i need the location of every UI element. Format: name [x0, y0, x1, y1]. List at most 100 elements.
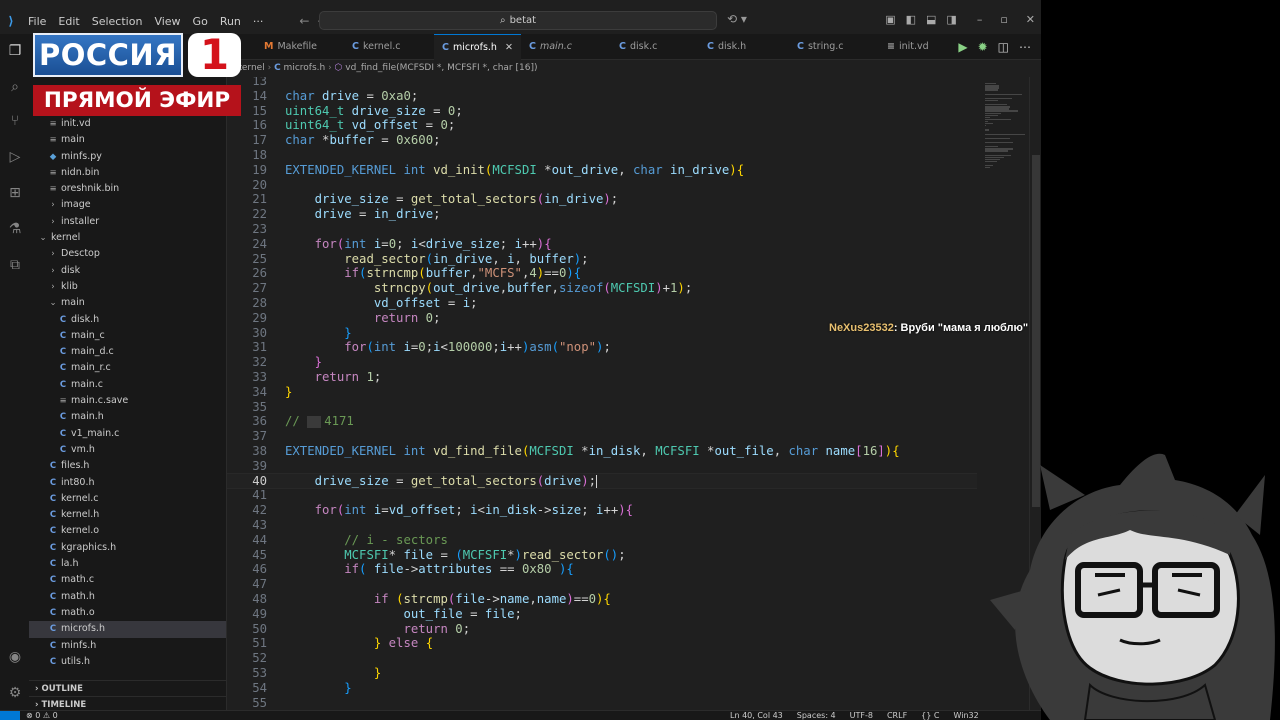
minimize-icon[interactable]: –	[977, 13, 983, 26]
tree-item[interactable]: ⌄ kernel	[29, 230, 226, 246]
tree-item[interactable]: › Desctop	[29, 246, 226, 262]
menu-view[interactable]: View	[148, 15, 186, 28]
tree-item[interactable]: Cv1_main.c	[29, 426, 226, 442]
tree-item[interactable]: Ckgraphics.h	[29, 540, 226, 556]
encoding[interactable]: UTF-8	[850, 711, 873, 720]
code-line[interactable]: 19 EXTENDED_KERNEL int vd_init(MCFSDI *ou…	[227, 163, 977, 178]
account-icon[interactable]: ◉	[6, 648, 24, 666]
code-line[interactable]: 18	[227, 148, 977, 163]
tree-item[interactable]: Cvm.h	[29, 442, 226, 458]
copilot-icon[interactable]: ⟲ ▾	[727, 12, 747, 26]
tree-item[interactable]: ⌄ main	[29, 295, 226, 311]
code-line[interactable]: 41	[227, 488, 977, 503]
code-editor[interactable]: 13 14 char drive = 0xa0; 15 uint64_t drive_s…	[227, 77, 977, 710]
testing-icon[interactable]: ⚗	[6, 220, 24, 238]
tree-item[interactable]: Cla.h	[29, 556, 226, 572]
code-line[interactable]: 31 for(int i=0;i<100000;i++)asm("nop");	[227, 340, 977, 355]
menu-more[interactable]: ···	[247, 15, 270, 28]
source-control-icon[interactable]: ⑂	[6, 112, 24, 130]
code-line[interactable]: 17 char *buffer = 0x600;	[227, 133, 977, 148]
code-line[interactable]: 38 EXTENDED_KERNEL int vd_find_file(MCFSD…	[227, 444, 977, 459]
toggle-sidebar-icon[interactable]: ◧	[906, 13, 916, 26]
tree-item[interactable]: ≡ init.vd	[29, 116, 226, 132]
code-line[interactable]: 14 char drive = 0xa0;	[227, 89, 977, 104]
tree-item[interactable]: Ckernel.h	[29, 507, 226, 523]
editor-tab[interactable]: Ckernel.c	[344, 34, 434, 60]
editor-tab[interactable]: M Makefile	[256, 34, 344, 60]
tree-item[interactable]: Ckernel.c	[29, 491, 226, 507]
code-line[interactable]: 40 drive_size = get_total_sectors(drive)…	[227, 472, 977, 490]
tree-item[interactable]: Cmain.c	[29, 377, 226, 393]
language-mode[interactable]: {} C	[921, 711, 939, 720]
code-line[interactable]: 13	[227, 77, 977, 89]
code-line[interactable]: 47	[227, 577, 977, 592]
line-ending[interactable]: CRLF	[887, 711, 907, 720]
run-icon[interactable]: ▶	[958, 40, 967, 54]
code-line[interactable]: 34}	[227, 385, 977, 400]
split-editor-icon[interactable]: ◫	[998, 40, 1009, 54]
code-line[interactable]: 15 uint64_t drive_size = 0;	[227, 104, 977, 119]
menu-selection[interactable]: Selection	[86, 15, 149, 28]
code-line[interactable]: 37	[227, 429, 977, 444]
code-line[interactable]: 55	[227, 696, 977, 710]
code-line[interactable]: 35	[227, 400, 977, 415]
maximize-icon[interactable]: ▫	[1000, 13, 1007, 26]
tree-item[interactable]: › klib	[29, 279, 226, 295]
breadcrumb-folder[interactable]: kernel	[237, 63, 265, 73]
outline-section[interactable]: › OUTLINE	[29, 680, 226, 696]
editor-tab[interactable]: Cdisk.c	[611, 34, 699, 60]
code-line[interactable]: 39	[227, 459, 977, 474]
menu-go[interactable]: Go	[187, 15, 214, 28]
breadcrumb-symbol[interactable]: vd_find_file(MCFSDI *, MCFSFI *, char [1…	[345, 63, 537, 73]
explorer-icon[interactable]: ❐	[6, 42, 24, 60]
code-line[interactable]: 23	[227, 222, 977, 237]
code-line[interactable]: 51 } else {	[227, 636, 977, 651]
code-line[interactable]: 46 if( file->attributes == 0x80 ){	[227, 562, 977, 577]
remote-indicator[interactable]	[0, 711, 20, 720]
indentation[interactable]: Spaces: 4	[797, 711, 836, 720]
menu-edit[interactable]: Edit	[52, 15, 85, 28]
menu-run[interactable]: Run	[214, 15, 247, 28]
tree-item[interactable]: Cdisk.h	[29, 312, 226, 328]
code-line[interactable]: 52	[227, 651, 977, 666]
tree-item[interactable]: ≡ oreshnik.bin	[29, 181, 226, 197]
tree-item[interactable]: › disk	[29, 263, 226, 279]
editor-tab[interactable]: ≡ init.vd	[879, 34, 967, 60]
more-actions-icon[interactable]: ⋯	[1019, 40, 1031, 54]
tree-item[interactable]: › installer	[29, 214, 226, 230]
timeline-section[interactable]: › TIMELINE	[29, 696, 226, 710]
remote-explorer-icon[interactable]: ⧉	[6, 256, 24, 274]
layout-icon[interactable]: ▣	[885, 13, 895, 26]
tree-item[interactable]: Cmath.o	[29, 605, 226, 621]
extensions-icon[interactable]: ⊞	[6, 184, 24, 202]
code-line[interactable]: 50 return 0;	[227, 622, 977, 637]
code-line[interactable]: 26 if(strncmp(buffer,"MCFS",4)==0){	[227, 266, 977, 281]
code-line[interactable]: 33 return 1;	[227, 370, 977, 385]
code-line[interactable]: 54 }	[227, 681, 977, 696]
cursor-position[interactable]: Ln 40, Col 43	[730, 711, 783, 720]
tree-item[interactable]: Cminfs.h	[29, 638, 226, 654]
tree-item[interactable]: ≡ main.c.save	[29, 393, 226, 409]
debug-icon[interactable]: ✹	[978, 40, 988, 54]
toggle-panel-icon[interactable]: ⬓	[926, 13, 936, 26]
tree-item[interactable]: Cutils.h	[29, 654, 226, 670]
editor-tab[interactable]: Cstring.c	[789, 34, 879, 60]
code-line[interactable]: 27 strncpy(out_drive,buffer,sizeof(MCFSD…	[227, 281, 977, 296]
search-view-icon[interactable]: ⌕	[6, 78, 24, 96]
tree-item[interactable]: Cmain_r.c	[29, 360, 226, 376]
code-line[interactable]: 44 // i - sectors	[227, 533, 977, 548]
code-line[interactable]: 28 vd_offset = i;	[227, 296, 977, 311]
code-line[interactable]: 49 out_file = file;	[227, 607, 977, 622]
code-line[interactable]: 24 for(int i=0; i<drive_size; i++){	[227, 237, 977, 252]
editor-tab[interactable]: Cdisk.h	[699, 34, 789, 60]
code-line[interactable]: 42 for(int i=vd_offset; i<in_disk->size;…	[227, 503, 977, 518]
tree-item[interactable]: Cmath.c	[29, 572, 226, 588]
toggle-secondary-sidebar-icon[interactable]: ◨	[946, 13, 956, 26]
tree-item[interactable]: › image	[29, 197, 226, 213]
breadcrumb-file[interactable]: microfs.h	[284, 63, 326, 73]
tree-item[interactable]: Cmain_d.c	[29, 344, 226, 360]
tree-item[interactable]: Ckernel.o	[29, 523, 226, 539]
code-line[interactable]: 45 MCFSFI* file = (MCFSFI*)read_sector()…	[227, 548, 977, 563]
code-line[interactable]: 48 if (strcmp(file->name,name)==0){	[227, 592, 977, 607]
tree-item[interactable]: ≡ nidn.bin	[29, 165, 226, 181]
